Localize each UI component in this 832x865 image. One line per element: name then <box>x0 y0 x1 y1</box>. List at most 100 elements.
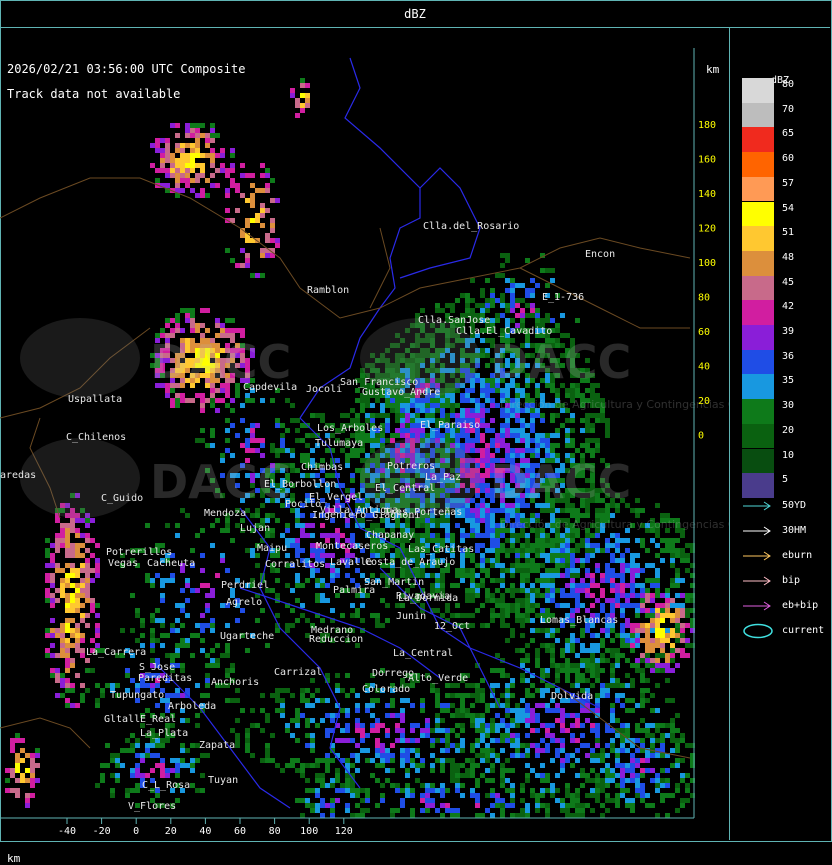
place-label: Zapata <box>199 740 235 751</box>
place-label: San_Francisco <box>340 377 418 388</box>
x-tick-label: 100 <box>300 826 318 837</box>
x-tick-label: 80 <box>269 826 281 837</box>
y-tick-label: 160 <box>698 155 716 166</box>
y-tick-label: 100 <box>698 258 716 269</box>
place-label: La_Central <box>393 648 453 659</box>
place-label: Reduccion <box>309 634 363 645</box>
radar-image[interactable]: DACCDACCDirección de Agricultura y Conti… <box>0 28 729 840</box>
legend-value-10: 10 <box>782 450 794 461</box>
watermark-caption: Dirección de Agricultura y Contingencias… <box>500 518 729 531</box>
legend-swatch-36 <box>742 350 774 375</box>
place-label: Vegas <box>108 558 138 569</box>
place-label: Lujan <box>240 523 270 534</box>
place-label: C_Chilenos <box>66 432 126 443</box>
track-label-eburn: eburn <box>782 550 812 561</box>
radar-map[interactable]: DACCDACCDirección de Agricultura y Conti… <box>0 28 729 840</box>
legend-value-57: 57 <box>782 178 794 189</box>
title-bar: dBZ <box>0 0 830 28</box>
legend-value-70: 70 <box>782 104 794 115</box>
legend-value-39: 39 <box>782 326 794 337</box>
x-tick-label: 40 <box>199 826 211 837</box>
place-label: Carrizal <box>274 667 322 678</box>
y-tick-label: 60 <box>698 327 710 338</box>
place-label: La_Paz <box>425 472 461 483</box>
place-label: Clla.del_Rosario <box>423 221 519 232</box>
legend-value-20: 20 <box>782 425 794 436</box>
y-tick-label: 120 <box>698 224 716 235</box>
legend-swatch-60 <box>742 152 774 177</box>
place-label: Villa_Antigua <box>320 505 398 516</box>
scan-timestamp: 2026/02/21 03:56:00 UTC Composite <box>7 62 245 76</box>
place-label: C_Guido <box>101 493 143 504</box>
legend-value-80: 80 <box>782 79 794 90</box>
place-label: Jocoli <box>306 384 342 395</box>
y-tick-label: 0 <box>698 431 704 442</box>
place-label: Gustavo_Andre <box>362 387 440 398</box>
x-tick-label: -20 <box>93 826 111 837</box>
place-label: Gltall <box>104 714 140 725</box>
legend-panel: dBZ 807065605754514845423936353020105 50… <box>729 28 831 840</box>
track-label-current: current <box>782 625 824 636</box>
place-label: Perdriel <box>221 580 269 591</box>
place-label: Palmira <box>333 585 375 596</box>
legend-value-42: 42 <box>782 301 794 312</box>
place-label: 12_Oct <box>434 621 470 632</box>
place-label: Clla.SanJose <box>418 315 490 326</box>
place-label: E_Real <box>140 714 176 725</box>
y-tick-label: 140 <box>698 189 716 200</box>
y-tick-label: 80 <box>698 293 710 304</box>
place-label: Capdevila <box>243 382 297 393</box>
place-label: aredas <box>0 470 36 481</box>
place-label: S_Jose <box>139 662 175 673</box>
place-label: Chapanay <box>366 530 414 541</box>
place-label: Uspallata <box>68 394 122 405</box>
place-label: Costa_de_Araujo <box>365 557 455 568</box>
x-tick-label: 120 <box>335 826 353 837</box>
place-label: Dorrego <box>372 668 414 679</box>
legend-value-65: 65 <box>782 128 794 139</box>
place-label: Pocito <box>285 499 321 510</box>
place-label: Ramblon <box>307 285 349 296</box>
place-label: Montecaseros <box>316 541 388 552</box>
place-label: Encon <box>585 249 615 260</box>
legend-swatch-30 <box>742 399 774 424</box>
legend-swatch-35 <box>742 374 774 399</box>
place-label: La_Plata <box>140 728 188 739</box>
place-label: Los_Arboles <box>317 423 383 434</box>
place-label: Chimbas <box>301 462 343 473</box>
place-label: Lomas_Blancas <box>540 615 618 626</box>
legend-swatch-54 <box>742 202 774 227</box>
legend-value-45: 45 <box>782 277 794 288</box>
legend-swatch-65 <box>742 127 774 152</box>
legend-swatch-10 <box>742 449 774 474</box>
place-label: Clla.El_Cavadito <box>456 326 552 337</box>
legend-swatch-42 <box>742 300 774 325</box>
legend-value-48: 48 <box>782 252 794 263</box>
place-label: Junin <box>396 611 426 622</box>
watermark-caption: Dirección de Agricultura y Contingencias… <box>500 398 729 411</box>
product-title: dBZ <box>404 7 426 21</box>
place-label: Las_Catitas <box>408 544 474 555</box>
place-label: Colorado <box>362 684 410 695</box>
y-tick-label: 180 <box>698 120 716 131</box>
place-label: Anchoris <box>211 677 259 688</box>
track-label-eb-bip: eb+bip <box>782 600 818 611</box>
x-tick-label: -40 <box>58 826 76 837</box>
track-status-note: Track data not available <box>7 87 180 101</box>
legend-value-54: 54 <box>782 203 794 214</box>
legend-swatch-80 <box>742 78 774 103</box>
x-tick-label: 20 <box>165 826 177 837</box>
place-label: E_1-736 <box>542 292 584 303</box>
place-label: Cacheuta <box>147 558 195 569</box>
legend-value-35: 35 <box>782 375 794 386</box>
track-label-30HM: 30HM <box>782 525 806 536</box>
track-arrow-icon <box>740 598 780 614</box>
y-tick-label: 40 <box>698 362 710 373</box>
track-arrow-icon <box>740 523 780 539</box>
watermark-logo-text: DACC <box>490 455 631 509</box>
place-label: C_L_Rosa <box>142 780 190 791</box>
y-axis-unit: km <box>706 63 719 76</box>
track-label-bip: bip <box>782 575 800 586</box>
place-label: El_Central <box>375 483 435 494</box>
track-arrow-icon <box>740 573 780 589</box>
